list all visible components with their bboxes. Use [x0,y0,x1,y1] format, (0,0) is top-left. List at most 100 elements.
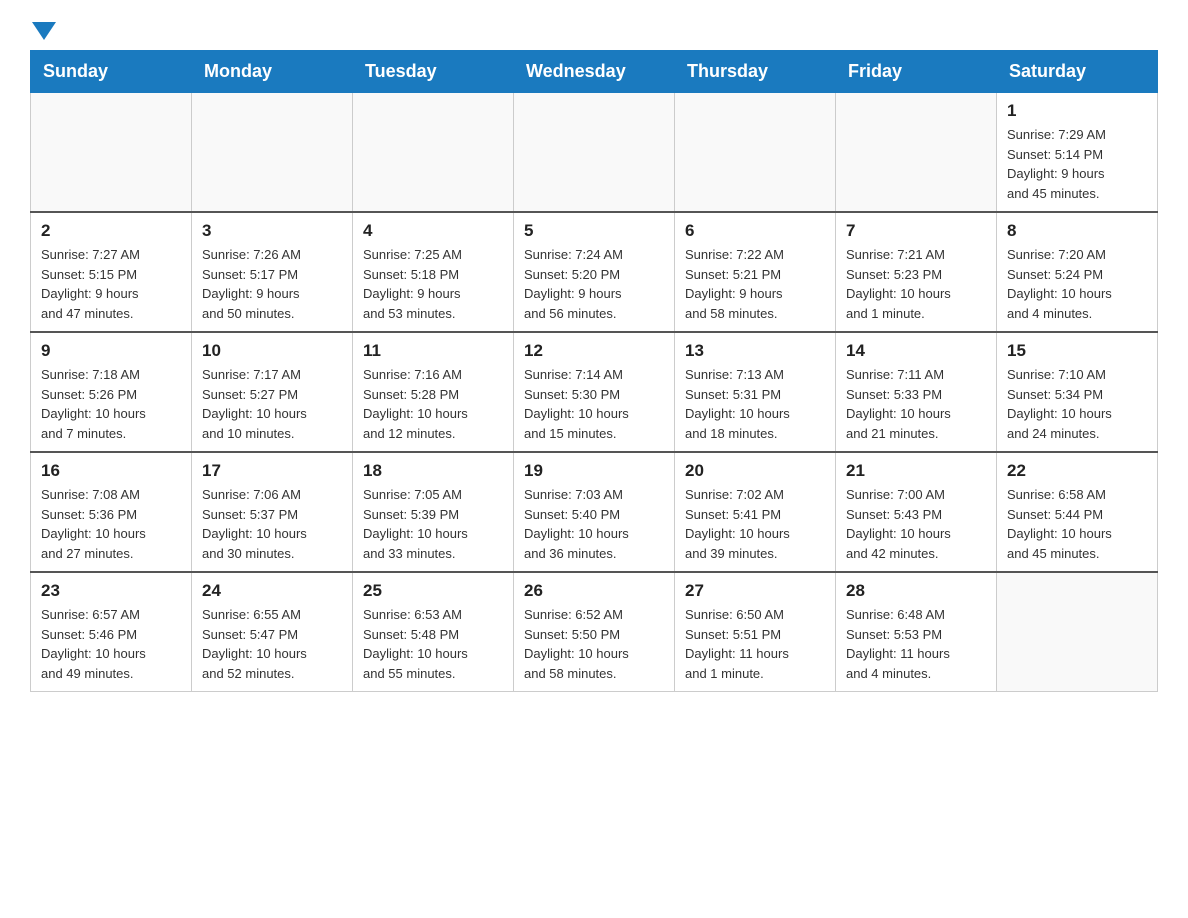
day-info: Sunrise: 7:21 AM Sunset: 5:23 PM Dayligh… [846,245,986,323]
weekday-header-wednesday: Wednesday [514,51,675,93]
day-number: 7 [846,221,986,241]
day-number: 20 [685,461,825,481]
calendar-cell: 20 Sunrise: 7:02 AM Sunset: 5:41 PM Dayli… [675,452,836,572]
weekday-header-tuesday: Tuesday [353,51,514,93]
day-number: 28 [846,581,986,601]
calendar-cell: 26 Sunrise: 6:52 AM Sunset: 5:50 PM Dayli… [514,572,675,692]
day-number: 3 [202,221,342,241]
day-info: Sunrise: 6:48 AM Sunset: 5:53 PM Dayligh… [846,605,986,683]
calendar-cell: 12 Sunrise: 7:14 AM Sunset: 5:30 PM Dayli… [514,332,675,452]
day-number: 2 [41,221,181,241]
day-info: Sunrise: 7:06 AM Sunset: 5:37 PM Dayligh… [202,485,342,563]
calendar-cell [192,93,353,213]
day-info: Sunrise: 7:14 AM Sunset: 5:30 PM Dayligh… [524,365,664,443]
day-info: Sunrise: 7:02 AM Sunset: 5:41 PM Dayligh… [685,485,825,563]
day-info: Sunrise: 7:10 AM Sunset: 5:34 PM Dayligh… [1007,365,1147,443]
calendar-cell: 6 Sunrise: 7:22 AM Sunset: 5:21 PM Daylig… [675,212,836,332]
week-row-1: 1 Sunrise: 7:29 AM Sunset: 5:14 PM Daylig… [31,93,1158,213]
calendar-cell: 19 Sunrise: 7:03 AM Sunset: 5:40 PM Dayli… [514,452,675,572]
day-info: Sunrise: 7:20 AM Sunset: 5:24 PM Dayligh… [1007,245,1147,323]
day-number: 19 [524,461,664,481]
day-number: 6 [685,221,825,241]
day-info: Sunrise: 6:58 AM Sunset: 5:44 PM Dayligh… [1007,485,1147,563]
day-info: Sunrise: 7:18 AM Sunset: 5:26 PM Dayligh… [41,365,181,443]
calendar-cell [836,93,997,213]
weekday-header-thursday: Thursday [675,51,836,93]
week-row-3: 9 Sunrise: 7:18 AM Sunset: 5:26 PM Daylig… [31,332,1158,452]
day-number: 8 [1007,221,1147,241]
week-row-2: 2 Sunrise: 7:27 AM Sunset: 5:15 PM Daylig… [31,212,1158,332]
day-number: 11 [363,341,503,361]
day-number: 4 [363,221,503,241]
day-info: Sunrise: 7:22 AM Sunset: 5:21 PM Dayligh… [685,245,825,323]
day-info: Sunrise: 7:11 AM Sunset: 5:33 PM Dayligh… [846,365,986,443]
week-row-5: 23 Sunrise: 6:57 AM Sunset: 5:46 PM Dayli… [31,572,1158,692]
calendar-cell [997,572,1158,692]
day-info: Sunrise: 7:25 AM Sunset: 5:18 PM Dayligh… [363,245,503,323]
calendar-cell: 4 Sunrise: 7:25 AM Sunset: 5:18 PM Daylig… [353,212,514,332]
day-number: 16 [41,461,181,481]
day-info: Sunrise: 7:16 AM Sunset: 5:28 PM Dayligh… [363,365,503,443]
calendar-cell: 9 Sunrise: 7:18 AM Sunset: 5:26 PM Daylig… [31,332,192,452]
calendar-cell: 13 Sunrise: 7:13 AM Sunset: 5:31 PM Dayli… [675,332,836,452]
calendar-cell: 8 Sunrise: 7:20 AM Sunset: 5:24 PM Daylig… [997,212,1158,332]
calendar-cell [514,93,675,213]
day-number: 18 [363,461,503,481]
calendar-cell: 11 Sunrise: 7:16 AM Sunset: 5:28 PM Dayli… [353,332,514,452]
day-number: 23 [41,581,181,601]
weekday-header-friday: Friday [836,51,997,93]
calendar-cell: 21Sunrise: 7:00 AM Sunset: 5:43 PM Dayli… [836,452,997,572]
day-info: Sunrise: 7:05 AM Sunset: 5:39 PM Dayligh… [363,485,503,563]
calendar-cell: 24 Sunrise: 6:55 AM Sunset: 5:47 PM Dayli… [192,572,353,692]
day-info: Sunrise: 7:03 AM Sunset: 5:40 PM Dayligh… [524,485,664,563]
day-info: Sunrise: 7:00 AM Sunset: 5:43 PM Dayligh… [846,485,986,563]
logo [30,20,56,40]
day-number: 22 [1007,461,1147,481]
day-info: Sunrise: 6:52 AM Sunset: 5:50 PM Dayligh… [524,605,664,683]
calendar-table: SundayMondayTuesdayWednesdayThursdayFrid… [30,50,1158,692]
day-info: Sunrise: 7:27 AM Sunset: 5:15 PM Dayligh… [41,245,181,323]
day-number: 10 [202,341,342,361]
calendar-cell: 22 Sunrise: 6:58 AM Sunset: 5:44 PM Dayli… [997,452,1158,572]
calendar-cell: 3 Sunrise: 7:26 AM Sunset: 5:17 PM Daylig… [192,212,353,332]
day-number: 13 [685,341,825,361]
day-info: Sunrise: 7:26 AM Sunset: 5:17 PM Dayligh… [202,245,342,323]
day-info: Sunrise: 7:13 AM Sunset: 5:31 PM Dayligh… [685,365,825,443]
day-info: Sunrise: 7:24 AM Sunset: 5:20 PM Dayligh… [524,245,664,323]
calendar-cell [31,93,192,213]
day-number: 27 [685,581,825,601]
day-number: 5 [524,221,664,241]
calendar-cell: 14 Sunrise: 7:11 AM Sunset: 5:33 PM Dayli… [836,332,997,452]
day-number: 9 [41,341,181,361]
day-number: 14 [846,341,986,361]
day-number: 24 [202,581,342,601]
day-info: Sunrise: 7:08 AM Sunset: 5:36 PM Dayligh… [41,485,181,563]
day-number: 17 [202,461,342,481]
calendar-cell: 23 Sunrise: 6:57 AM Sunset: 5:46 PM Dayli… [31,572,192,692]
weekday-header-sunday: Sunday [31,51,192,93]
calendar-cell: 15Sunrise: 7:10 AM Sunset: 5:34 PM Dayli… [997,332,1158,452]
day-info: Sunrise: 7:29 AM Sunset: 5:14 PM Dayligh… [1007,125,1147,203]
calendar-cell: 1 Sunrise: 7:29 AM Sunset: 5:14 PM Daylig… [997,93,1158,213]
day-info: Sunrise: 6:57 AM Sunset: 5:46 PM Dayligh… [41,605,181,683]
calendar-cell: 2 Sunrise: 7:27 AM Sunset: 5:15 PM Daylig… [31,212,192,332]
weekday-header-row: SundayMondayTuesdayWednesdayThursdayFrid… [31,51,1158,93]
day-number: 1 [1007,101,1147,121]
day-info: Sunrise: 6:53 AM Sunset: 5:48 PM Dayligh… [363,605,503,683]
weekday-header-monday: Monday [192,51,353,93]
calendar-cell: 28 Sunrise: 6:48 AM Sunset: 5:53 PM Dayli… [836,572,997,692]
calendar-cell: 5 Sunrise: 7:24 AM Sunset: 5:20 PM Daylig… [514,212,675,332]
calendar-cell: 18 Sunrise: 7:05 AM Sunset: 5:39 PM Dayli… [353,452,514,572]
calendar-cell [675,93,836,213]
page-header [30,20,1158,40]
day-number: 26 [524,581,664,601]
calendar-cell: 25 Sunrise: 6:53 AM Sunset: 5:48 PM Dayli… [353,572,514,692]
calendar-cell: 17 Sunrise: 7:06 AM Sunset: 5:37 PM Dayli… [192,452,353,572]
day-number: 12 [524,341,664,361]
calendar-cell: 27 Sunrise: 6:50 AM Sunset: 5:51 PM Dayli… [675,572,836,692]
calendar-cell: 16 Sunrise: 7:08 AM Sunset: 5:36 PM Dayli… [31,452,192,572]
day-info: Sunrise: 6:50 AM Sunset: 5:51 PM Dayligh… [685,605,825,683]
day-number: 25 [363,581,503,601]
weekday-header-saturday: Saturday [997,51,1158,93]
day-info: Sunrise: 6:55 AM Sunset: 5:47 PM Dayligh… [202,605,342,683]
